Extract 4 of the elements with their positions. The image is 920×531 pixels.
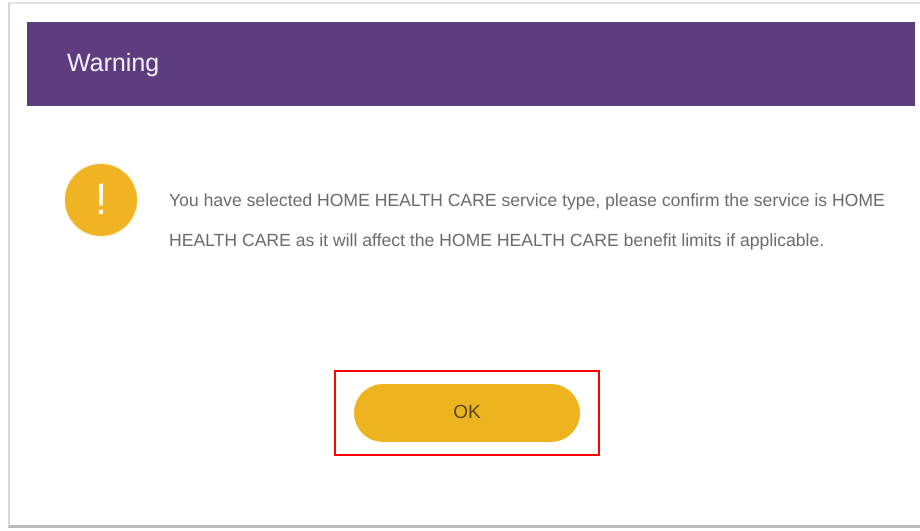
ok-button[interactable]: OK: [354, 384, 580, 442]
warning-icon: !: [65, 164, 137, 236]
warning-message: You have selected HOME HEALTH CARE service type, please confirm the service is HOME HEALTH CARE as it will affect the HOME HEALTH CARE benefit limits if applicable.: [169, 189, 886, 252]
dialog-title: Warning: [67, 48, 160, 80]
